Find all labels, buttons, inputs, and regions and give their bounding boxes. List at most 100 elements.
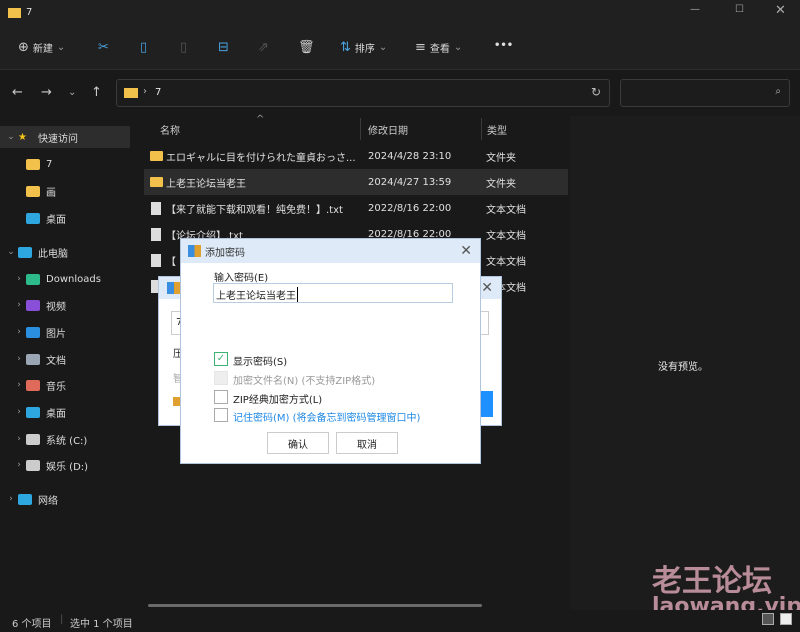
copy-icon: ▯ [140, 40, 148, 55]
share-button[interactable]: ⇗ [258, 40, 269, 55]
close-icon[interactable]: ✕ [481, 280, 493, 296]
sidebar-item-label: 系统 (C:) [46, 435, 88, 447]
minimize-button[interactable]: — [690, 4, 700, 15]
recent-chevron-icon[interactable]: ⌄ [68, 87, 76, 98]
file-row[interactable]: エロギャルに目を付けられた童貞おっさ... 2024/4/28 23:10 文件夹 [144, 143, 568, 169]
up-arrow-icon[interactable]: ↑ [91, 85, 102, 100]
details-view-button[interactable] [762, 613, 774, 625]
sidebar-item[interactable]: › 桌面 [0, 401, 130, 423]
tiles-view-button[interactable] [780, 613, 792, 625]
cancel-button[interactable]: 取消 [336, 432, 398, 454]
address-bar[interactable]: › 7 ↻ [116, 79, 610, 107]
ok-button[interactable]: 确认 [267, 432, 329, 454]
file-name: 上老王论坛当老王 [166, 178, 246, 190]
chevron-icon[interactable]: › [12, 300, 26, 310]
chevron-icon[interactable]: › [12, 380, 26, 390]
chevron-icon[interactable]: › [12, 407, 26, 417]
file-row[interactable]: 上老王论坛当老王 2024/4/27 13:59 文件夹 [144, 169, 568, 195]
trash-icon: 🗑 [298, 40, 315, 55]
close-icon[interactable]: ✕ [460, 243, 472, 259]
chevron-icon[interactable]: ⌄ [4, 132, 18, 142]
horizontal-scrollbar[interactable] [148, 604, 482, 607]
rename-icon: ⊟ [218, 40, 229, 55]
file-type: 文件夹 [486, 178, 516, 190]
paste-button[interactable]: ▯ [180, 40, 187, 55]
option-checkbox[interactable] [214, 408, 228, 422]
chevron-icon[interactable]: › [12, 354, 26, 364]
sidebar-item[interactable]: 桌面 [0, 207, 130, 229]
chevron-icon[interactable]: › [12, 460, 26, 470]
delete-button[interactable]: 🗑 [298, 40, 315, 55]
sidebar-item-label: 文档 [46, 355, 66, 367]
no-preview-text: 没有预览。 [658, 362, 708, 373]
maximize-button[interactable]: ☐ [735, 4, 744, 15]
sidebar-item[interactable]: ⌄ ★ 快速访问 [0, 126, 130, 148]
copy-button[interactable]: ▯ [140, 40, 147, 55]
sidebar-item-label: 视频 [46, 301, 66, 313]
chevron-icon[interactable]: › [12, 274, 26, 284]
sort-icon: ⇅ [340, 40, 351, 55]
desktop-icon [26, 212, 40, 224]
address-path: 7 [155, 87, 162, 98]
sort-label: 排序 [354, 44, 375, 55]
option-label: 记住密码(M) (将会备忘到密码管理窗口中) [233, 413, 421, 424]
cut-button[interactable]: ✂ [98, 40, 109, 55]
refresh-icon[interactable]: ↻ [591, 85, 601, 99]
close-button[interactable]: ✕ [775, 3, 786, 18]
sidebar-item[interactable]: › Downloads [0, 268, 130, 290]
password-value: 上老王论坛当老王 [216, 287, 298, 302]
view-button[interactable]: ≡ 查看 ⌄ [415, 40, 462, 55]
file-row[interactable]: 【来了就能下载和观看！纯免费！】.txt 2022/8/16 22:00 文本文档 [144, 195, 568, 221]
new-button[interactable]: ⊕ 新建 ⌄ [18, 40, 65, 55]
sidebar-item[interactable]: › 系统 (C:) [0, 428, 130, 450]
folder-icon [124, 88, 138, 98]
search-input[interactable]: ⌕ [620, 79, 790, 107]
desktop-icon [26, 406, 40, 418]
sidebar-item[interactable]: › 视频 [0, 294, 130, 316]
sidebar-item[interactable]: › 文档 [0, 348, 130, 370]
chevron-icon[interactable]: › [12, 434, 26, 444]
file-date: 2022/8/16 22:00 [368, 202, 452, 214]
folder-icon [26, 185, 40, 197]
sidebar-item[interactable]: › 娱乐 (D:) [0, 454, 130, 476]
file-date: 2024/4/27 13:59 [368, 176, 452, 188]
column-name[interactable]: 名称 [160, 122, 180, 137]
chevron-icon[interactable]: › [4, 494, 18, 504]
dialog-titlebar: 添加密码 ✕ [181, 239, 480, 263]
option-checkbox[interactable]: ✓ [214, 352, 228, 366]
text-file-icon [151, 201, 161, 215]
more-button[interactable]: ••• [494, 40, 513, 51]
sidebar-item[interactable]: › 图片 [0, 321, 130, 343]
file-name: 【来了就能下载和观看！纯免费！】.txt [166, 204, 343, 216]
sort-caret-icon: ^ [256, 114, 265, 125]
add-password-dialog: 添加密码 ✕ 输入密码(E) 上老王论坛当老王 ✓ 显示密码(S) 加密文件名(N)… [180, 238, 481, 464]
chevron-icon[interactable]: › [12, 327, 26, 337]
folder-icon [150, 177, 163, 187]
start-button[interactable] [479, 391, 493, 417]
text-file-icon [151, 227, 161, 241]
search-icon: ⌕ [775, 86, 781, 97]
column-type[interactable]: 类型 [487, 122, 507, 137]
sidebar-item[interactable]: 7 [0, 153, 130, 175]
forward-arrow-icon[interactable]: → [41, 85, 52, 100]
sidebar-item[interactable]: › 网络 [0, 488, 130, 510]
command-bar: ⊕ 新建 ⌄ ✂ ▯ ▯ ⊟ ⇗ 🗑 ⇅ 排序 ⌄ ≡ 查看 ⌄ ••• [0, 28, 800, 70]
password-input[interactable]: 上老王论坛当老王 [213, 283, 453, 303]
option-checkbox[interactable] [214, 390, 228, 404]
option-checkbox[interactable] [214, 371, 228, 385]
video-icon [26, 299, 40, 311]
back-arrow-icon[interactable]: ← [12, 85, 23, 100]
column-date[interactable]: 修改日期 [368, 122, 408, 137]
preview-pane: 没有预览。 老王论坛 laowang.vip [570, 116, 800, 619]
sidebar-item-label: 桌面 [46, 408, 66, 420]
sidebar-item-label: 画 [46, 187, 56, 199]
chevron-icon[interactable]: ⌄ [4, 247, 18, 257]
sort-button[interactable]: ⇅ 排序 ⌄ [340, 40, 387, 55]
file-type: 文本文档 [486, 230, 526, 242]
sidebar-item[interactable]: ⌄ 此电脑 [0, 241, 130, 263]
sidebar-item[interactable]: › 音乐 [0, 374, 130, 396]
rename-button[interactable]: ⊟ [218, 40, 229, 55]
sidebar-item[interactable]: 画 [0, 180, 130, 202]
sidebar-item-label: 音乐 [46, 381, 66, 393]
text-file-icon [151, 253, 161, 267]
